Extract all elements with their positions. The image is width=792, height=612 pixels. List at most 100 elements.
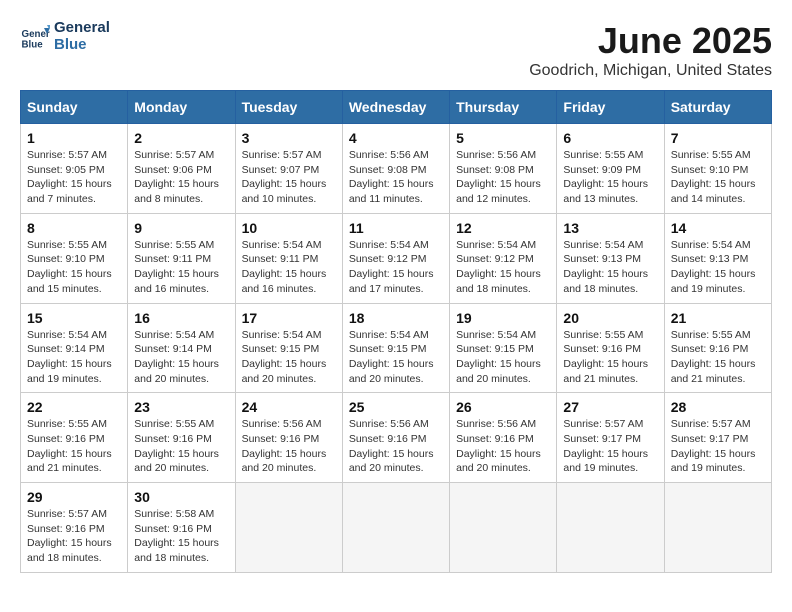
day-info: Sunrise: 5:56 AM Sunset: 9:16 PM Dayligh… <box>242 417 336 476</box>
sunset-label: Sunset: 9:13 PM <box>563 253 641 265</box>
daylight-minutes: and 20 minutes. <box>349 373 424 385</box>
calendar-cell: 21 Sunrise: 5:55 AM Sunset: 9:16 PM Dayl… <box>664 303 771 393</box>
week-row-4: 22 Sunrise: 5:55 AM Sunset: 9:16 PM Dayl… <box>21 393 772 483</box>
day-number: 19 <box>456 310 550 326</box>
day-number: 24 <box>242 399 336 415</box>
daylight-label: Daylight: 15 hours <box>349 358 434 370</box>
title-section: June 2025 Goodrich, Michigan, United Sta… <box>529 20 772 80</box>
daylight-minutes: and 20 minutes. <box>349 462 424 474</box>
daylight-label: Daylight: 15 hours <box>134 178 219 190</box>
sunrise-label: Sunrise: 5:57 AM <box>563 418 643 430</box>
day-number: 8 <box>27 220 121 236</box>
day-info: Sunrise: 5:55 AM Sunset: 9:16 PM Dayligh… <box>563 328 657 387</box>
daylight-label: Daylight: 15 hours <box>349 268 434 280</box>
sunset-label: Sunset: 9:05 PM <box>27 164 105 176</box>
calendar-cell: 28 Sunrise: 5:57 AM Sunset: 9:17 PM Dayl… <box>664 393 771 483</box>
day-number: 25 <box>349 399 443 415</box>
calendar-cell <box>235 483 342 573</box>
calendar-cell: 11 Sunrise: 5:54 AM Sunset: 9:12 PM Dayl… <box>342 213 449 303</box>
week-row-1: 1 Sunrise: 5:57 AM Sunset: 9:05 PM Dayli… <box>21 124 772 214</box>
day-info: Sunrise: 5:55 AM Sunset: 9:10 PM Dayligh… <box>671 148 765 207</box>
column-header-saturday: Saturday <box>664 91 771 124</box>
logo-icon: General Blue <box>20 22 50 52</box>
day-number: 18 <box>349 310 443 326</box>
logo: General Blue General Blue <box>20 20 110 53</box>
sunset-label: Sunset: 9:17 PM <box>563 433 641 445</box>
calendar-cell: 4 Sunrise: 5:56 AM Sunset: 9:08 PM Dayli… <box>342 124 449 214</box>
daylight-label: Daylight: 15 hours <box>27 358 112 370</box>
calendar-title: June 2025 <box>529 20 772 62</box>
calendar-cell: 27 Sunrise: 5:57 AM Sunset: 9:17 PM Dayl… <box>557 393 664 483</box>
day-number: 5 <box>456 130 550 146</box>
calendar-cell: 15 Sunrise: 5:54 AM Sunset: 9:14 PM Dayl… <box>21 303 128 393</box>
daylight-minutes: and 19 minutes. <box>563 462 638 474</box>
day-info: Sunrise: 5:57 AM Sunset: 9:16 PM Dayligh… <box>27 507 121 566</box>
day-info: Sunrise: 5:55 AM Sunset: 9:16 PM Dayligh… <box>671 328 765 387</box>
calendar-header-row: SundayMondayTuesdayWednesdayThursdayFrid… <box>21 91 772 124</box>
week-row-3: 15 Sunrise: 5:54 AM Sunset: 9:14 PM Dayl… <box>21 303 772 393</box>
sunset-label: Sunset: 9:12 PM <box>456 253 534 265</box>
sunrise-label: Sunrise: 5:57 AM <box>27 508 107 520</box>
daylight-label: Daylight: 15 hours <box>563 178 648 190</box>
column-header-tuesday: Tuesday <box>235 91 342 124</box>
sunrise-label: Sunrise: 5:55 AM <box>27 239 107 251</box>
sunrise-label: Sunrise: 5:56 AM <box>456 418 536 430</box>
sunrise-label: Sunrise: 5:54 AM <box>242 239 322 251</box>
day-number: 7 <box>671 130 765 146</box>
daylight-label: Daylight: 15 hours <box>563 358 648 370</box>
sunset-label: Sunset: 9:08 PM <box>456 164 534 176</box>
sunset-label: Sunset: 9:16 PM <box>456 433 534 445</box>
logo-text-line2: Blue <box>54 37 110 54</box>
svg-text:Blue: Blue <box>22 39 44 50</box>
daylight-minutes: and 8 minutes. <box>134 193 203 205</box>
daylight-minutes: and 15 minutes. <box>27 283 102 295</box>
sunset-label: Sunset: 9:11 PM <box>242 253 319 265</box>
daylight-minutes: and 21 minutes. <box>671 373 746 385</box>
daylight-minutes: and 11 minutes. <box>349 193 423 205</box>
sunset-label: Sunset: 9:14 PM <box>134 343 212 355</box>
day-info: Sunrise: 5:54 AM Sunset: 9:15 PM Dayligh… <box>456 328 550 387</box>
sunset-label: Sunset: 9:16 PM <box>134 523 212 535</box>
day-number: 15 <box>27 310 121 326</box>
day-info: Sunrise: 5:57 AM Sunset: 9:07 PM Dayligh… <box>242 148 336 207</box>
day-info: Sunrise: 5:57 AM Sunset: 9:05 PM Dayligh… <box>27 148 121 207</box>
daylight-minutes: and 21 minutes. <box>27 462 102 474</box>
day-number: 16 <box>134 310 228 326</box>
day-number: 30 <box>134 489 228 505</box>
sunset-label: Sunset: 9:16 PM <box>134 433 212 445</box>
daylight-minutes: and 16 minutes. <box>134 283 209 295</box>
column-header-friday: Friday <box>557 91 664 124</box>
daylight-minutes: and 18 minutes. <box>134 552 209 564</box>
sunset-label: Sunset: 9:15 PM <box>242 343 320 355</box>
day-number: 27 <box>563 399 657 415</box>
sunrise-label: Sunrise: 5:54 AM <box>456 239 536 251</box>
daylight-minutes: and 18 minutes. <box>27 552 102 564</box>
sunset-label: Sunset: 9:11 PM <box>134 253 211 265</box>
logo-text-line1: General <box>54 20 110 37</box>
sunset-label: Sunset: 9:16 PM <box>349 433 427 445</box>
sunrise-label: Sunrise: 5:57 AM <box>27 149 107 161</box>
calendar-cell <box>557 483 664 573</box>
day-info: Sunrise: 5:54 AM Sunset: 9:15 PM Dayligh… <box>349 328 443 387</box>
sunrise-label: Sunrise: 5:54 AM <box>134 329 214 341</box>
calendar-cell: 6 Sunrise: 5:55 AM Sunset: 9:09 PM Dayli… <box>557 124 664 214</box>
day-info: Sunrise: 5:56 AM Sunset: 9:16 PM Dayligh… <box>349 417 443 476</box>
sunset-label: Sunset: 9:07 PM <box>242 164 320 176</box>
sunset-label: Sunset: 9:15 PM <box>349 343 427 355</box>
sunset-label: Sunset: 9:16 PM <box>671 343 749 355</box>
day-number: 21 <box>671 310 765 326</box>
column-header-monday: Monday <box>128 91 235 124</box>
daylight-minutes: and 18 minutes. <box>563 283 638 295</box>
daylight-label: Daylight: 15 hours <box>349 178 434 190</box>
day-number: 26 <box>456 399 550 415</box>
calendar-cell: 22 Sunrise: 5:55 AM Sunset: 9:16 PM Dayl… <box>21 393 128 483</box>
sunset-label: Sunset: 9:15 PM <box>456 343 534 355</box>
calendar-cell: 24 Sunrise: 5:56 AM Sunset: 9:16 PM Dayl… <box>235 393 342 483</box>
daylight-label: Daylight: 15 hours <box>242 268 327 280</box>
calendar-cell: 29 Sunrise: 5:57 AM Sunset: 9:16 PM Dayl… <box>21 483 128 573</box>
daylight-minutes: and 12 minutes. <box>456 193 531 205</box>
day-info: Sunrise: 5:55 AM Sunset: 9:09 PM Dayligh… <box>563 148 657 207</box>
calendar-cell: 16 Sunrise: 5:54 AM Sunset: 9:14 PM Dayl… <box>128 303 235 393</box>
week-row-5: 29 Sunrise: 5:57 AM Sunset: 9:16 PM Dayl… <box>21 483 772 573</box>
day-info: Sunrise: 5:54 AM Sunset: 9:12 PM Dayligh… <box>456 238 550 297</box>
